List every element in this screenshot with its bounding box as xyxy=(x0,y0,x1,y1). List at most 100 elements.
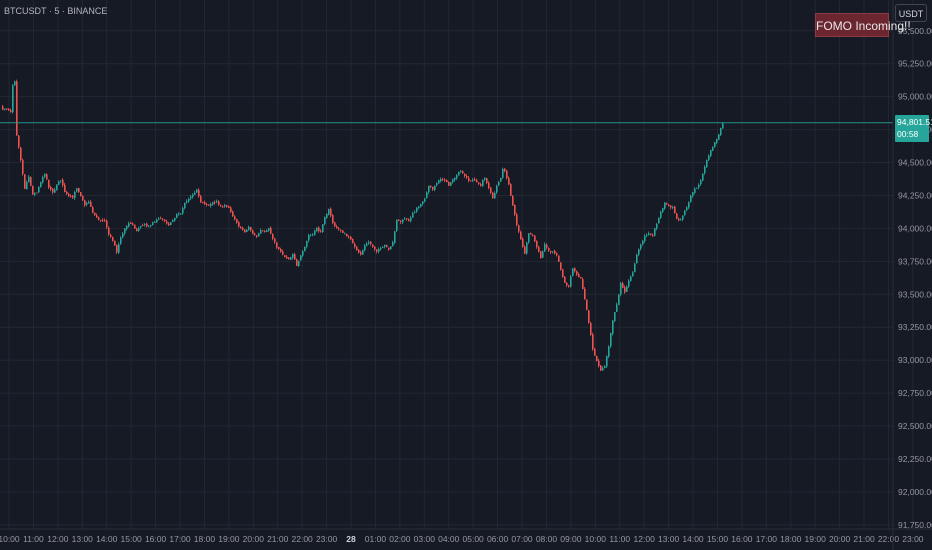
chart-area[interactable]: 91,750.00 92,000.00 92,250.00 92,500.00 92,7… xyxy=(0,0,932,550)
candle-up xyxy=(438,180,440,184)
candle-up xyxy=(402,219,404,223)
candle-down xyxy=(250,227,252,231)
candle-down xyxy=(490,187,492,193)
x-tick-label: 13:00 xyxy=(658,534,680,544)
candle-up xyxy=(86,203,88,205)
candle-down xyxy=(10,110,12,113)
candle-up xyxy=(484,177,486,180)
candle-up xyxy=(216,201,218,203)
candle-down xyxy=(340,229,342,231)
candle-down xyxy=(558,255,560,262)
candle-down xyxy=(272,234,274,239)
candle-up xyxy=(192,194,194,197)
candle-up xyxy=(450,182,452,186)
candle-down xyxy=(590,322,592,335)
candle-down xyxy=(200,196,202,203)
candle-up xyxy=(454,177,456,180)
candle-up xyxy=(304,246,306,252)
candle-down xyxy=(524,246,526,254)
candle-down xyxy=(78,188,80,193)
candle-down xyxy=(336,226,338,229)
candle-down xyxy=(338,228,340,230)
candle-down xyxy=(68,193,70,197)
candle-up xyxy=(326,213,328,218)
candle-down xyxy=(596,356,598,362)
candle-up xyxy=(718,134,720,140)
candle-down xyxy=(64,184,66,193)
candle-up xyxy=(38,186,40,193)
candle-down xyxy=(204,202,206,205)
candle-down xyxy=(282,251,284,255)
symbol-label[interactable]: BTCUSDT · 5 · BINANCE xyxy=(4,6,107,16)
candle-up xyxy=(152,222,154,225)
candle-up xyxy=(138,227,140,231)
candle-up xyxy=(148,226,150,228)
candle-up xyxy=(458,172,460,176)
x-tick-label: 08:00 xyxy=(536,534,558,544)
candle-up xyxy=(452,179,454,183)
fomo-annotation[interactable]: FOMO Incoming!! xyxy=(815,13,911,37)
y-tick-label: 94,250.00 xyxy=(898,190,932,200)
candle-down xyxy=(222,206,224,208)
candle-down xyxy=(20,147,22,161)
candle-down xyxy=(582,279,584,290)
last-price-value: 94,801.51 xyxy=(897,116,932,127)
candle-down xyxy=(584,288,586,300)
candle-up xyxy=(712,147,714,151)
candle-down xyxy=(432,186,434,190)
candle-down xyxy=(350,236,352,240)
candle-down xyxy=(244,229,246,233)
candle-up xyxy=(122,233,124,238)
candle-up xyxy=(684,210,686,216)
candle-up xyxy=(434,185,436,191)
candle-up xyxy=(4,108,6,110)
candle-down xyxy=(466,175,468,178)
candle-down xyxy=(30,177,32,186)
candle-up xyxy=(44,173,46,177)
y-tick-label: 92,750.00 xyxy=(898,388,932,398)
candlestick-chart[interactable]: 91,750.00 92,000.00 92,250.00 92,500.00 92,7… xyxy=(0,0,932,550)
candle-up xyxy=(608,346,610,357)
candle-down xyxy=(464,173,466,177)
candle-up xyxy=(268,228,270,231)
candle-down xyxy=(372,244,374,247)
candle-up xyxy=(364,245,366,251)
candle-up xyxy=(150,225,152,227)
candle-up xyxy=(260,230,262,234)
candle-down xyxy=(226,205,228,207)
candle-up xyxy=(182,208,184,214)
candle-down xyxy=(98,217,100,220)
grid-lines xyxy=(0,0,914,529)
candle-up xyxy=(672,207,674,208)
candle-up xyxy=(290,257,292,260)
candle-up xyxy=(310,234,312,236)
price-axis: 91,750.00 92,000.00 92,250.00 92,500.00 92,7… xyxy=(898,26,932,530)
candle-down xyxy=(70,195,72,197)
candle-up xyxy=(14,81,16,86)
x-tick-label: 01:00 xyxy=(365,534,387,544)
candle-down xyxy=(94,212,96,216)
candle-up xyxy=(266,230,268,233)
candle-down xyxy=(274,238,276,243)
candle-up xyxy=(694,188,696,193)
candle-down xyxy=(202,202,204,203)
candle-down xyxy=(116,244,118,253)
candle-down xyxy=(218,201,220,205)
candle-up xyxy=(312,234,314,236)
candle-up xyxy=(628,280,630,287)
candle-up xyxy=(210,204,212,206)
candle-down xyxy=(2,106,4,110)
candle-down xyxy=(520,231,522,240)
y-tick-label: 92,250.00 xyxy=(898,454,932,464)
candle-down xyxy=(100,220,102,221)
candle-down xyxy=(280,249,282,252)
candle-down xyxy=(560,262,562,270)
candle-down xyxy=(130,222,132,224)
candle-up xyxy=(404,218,406,220)
candle-down xyxy=(578,274,580,278)
x-tick-label: 02:00 xyxy=(389,534,411,544)
candle-up xyxy=(58,181,60,185)
candle-up xyxy=(384,244,386,247)
candle-down xyxy=(240,227,242,229)
candle-down xyxy=(470,180,472,182)
